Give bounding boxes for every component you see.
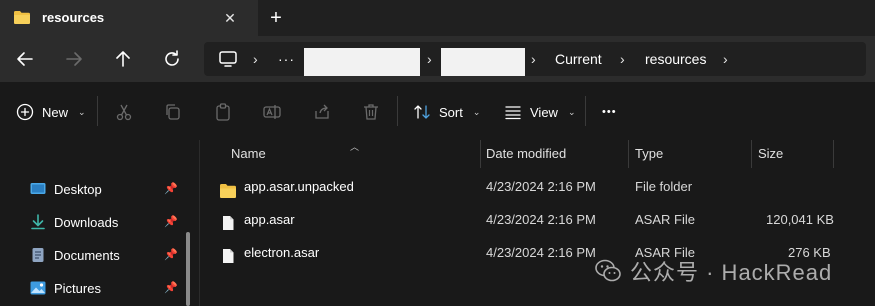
close-icon[interactable]: ✕ (220, 8, 240, 28)
up-icon[interactable] (111, 47, 135, 71)
column-divider[interactable] (480, 140, 481, 168)
new-button[interactable]: New ⌄ (16, 98, 86, 126)
chevron-down-icon: ⌄ (567, 106, 576, 117)
back-icon[interactable] (13, 47, 37, 71)
document-icon (30, 247, 46, 263)
file-type: ASAR File (635, 212, 695, 227)
sidebar-item-label: Documents (54, 247, 120, 263)
view-button[interactable]: View ⌄ (504, 98, 576, 126)
address-bar[interactable]: › ··· › › Current › resources › (204, 42, 866, 76)
column-divider[interactable] (833, 140, 834, 168)
chevron-down-icon: ⌄ (472, 106, 481, 117)
view-label: View (530, 104, 558, 120)
file-name-cell: electron.asar (220, 238, 319, 268)
column-header-name[interactable]: Name (231, 140, 266, 170)
pin-icon[interactable]: 📌 (164, 182, 178, 196)
column-divider[interactable] (628, 140, 629, 168)
navigation-bar: › ··· › › Current › resources › (0, 36, 875, 82)
sidebar-item-documents[interactable]: Documents (30, 243, 120, 267)
column-header-type[interactable]: Type (635, 140, 663, 170)
file-name-cell: app.asar (220, 205, 295, 235)
file-name-cell: app.asar.unpacked (220, 172, 354, 202)
chevron-right-icon[interactable]: › (620, 42, 625, 76)
paste-icon[interactable] (213, 102, 233, 122)
chevron-down-icon: ⌄ (78, 106, 86, 117)
tab-title: resources (42, 10, 105, 25)
tab-resources[interactable]: resources ✕ (0, 0, 258, 36)
breadcrumb-resources[interactable]: resources (645, 42, 706, 76)
table-row[interactable]: app.asar 4/23/2024 2:16 PM ASAR File 120… (200, 205, 875, 235)
breadcrumb-current[interactable]: Current (555, 42, 602, 76)
wechat-logo-icon (594, 257, 622, 285)
watermark-text: 公众号 · HackRead (630, 260, 833, 285)
share-icon[interactable] (312, 102, 332, 122)
desktop-icon (30, 181, 46, 197)
file-name: electron.asar (244, 245, 320, 260)
redacted-crumb (441, 48, 525, 76)
pin-icon[interactable]: 📌 (164, 281, 178, 295)
delete-icon[interactable] (361, 102, 381, 122)
file-name: app.asar.unpacked (244, 179, 354, 194)
more-crumbs-button[interactable]: ··· (278, 42, 295, 76)
monitor-icon[interactable] (216, 47, 240, 71)
chevron-right-icon[interactable]: › (253, 42, 258, 76)
file-date: 4/23/2024 2:16 PM (486, 212, 596, 227)
more-options-button[interactable]: ••• (602, 98, 617, 126)
sidebar-scrollbar[interactable] (186, 232, 190, 306)
file-date: 4/23/2024 2:16 PM (486, 245, 596, 260)
sidebar-item-downloads[interactable]: Downloads (30, 210, 118, 234)
more-icon: ••• (602, 106, 617, 118)
chevron-right-icon[interactable]: › (723, 42, 728, 76)
file-date: 4/23/2024 2:16 PM (486, 179, 596, 194)
pin-icon[interactable]: 📌 (164, 215, 178, 229)
cut-icon[interactable] (114, 102, 134, 122)
new-tab-button[interactable]: + (264, 6, 288, 30)
navigation-pane: Desktop 📌 Downloads 📌 Documents 📌 Pictur… (0, 140, 200, 306)
folder-icon (14, 11, 30, 24)
divider (585, 96, 586, 126)
download-icon (30, 214, 46, 230)
divider (397, 96, 398, 126)
tab-bar: resources ✕ + (0, 0, 875, 36)
sort-ascending-icon: ︿ (350, 142, 360, 152)
sidebar-item-label: Downloads (54, 214, 119, 230)
copy-icon[interactable] (163, 102, 183, 122)
sort-label: Sort (439, 104, 463, 120)
sort-button[interactable]: Sort ⌄ (413, 98, 480, 126)
column-header-date[interactable]: Date modified (486, 140, 566, 170)
plus-circle-icon (16, 103, 34, 121)
watermark: 公众号 · HackRead (594, 255, 832, 287)
sidebar-item-pictures[interactable]: Pictures (30, 276, 101, 300)
pictures-icon (30, 280, 46, 296)
column-header-size[interactable]: Size (758, 140, 783, 170)
forward-icon[interactable] (62, 47, 86, 71)
pin-icon[interactable]: 📌 (164, 248, 178, 262)
file-icon (220, 245, 236, 263)
sidebar-item-label: Desktop (54, 181, 102, 197)
file-size: 120,041 KB (766, 212, 834, 227)
refresh-icon[interactable] (160, 47, 184, 71)
sidebar-item-label: Pictures (54, 280, 101, 296)
new-label: New (42, 104, 69, 120)
view-list-icon (505, 106, 521, 120)
divider (97, 96, 98, 126)
command-bar: New ⌄ Sort ⌄ View ⌄ ••• (0, 82, 875, 140)
chevron-right-icon[interactable]: › (427, 42, 432, 76)
file-icon (220, 212, 236, 230)
file-type: File folder (635, 179, 693, 194)
column-divider[interactable] (751, 140, 752, 168)
sidebar-item-desktop[interactable]: Desktop (30, 177, 102, 201)
redacted-crumb (304, 48, 420, 76)
file-name: app.asar (244, 212, 295, 227)
rename-icon[interactable] (262, 102, 282, 122)
folder-icon (220, 179, 236, 198)
table-row[interactable]: app.asar.unpacked 4/23/2024 2:16 PM File… (200, 172, 875, 202)
chevron-right-icon[interactable]: › (531, 42, 536, 76)
sort-icon (414, 105, 430, 119)
